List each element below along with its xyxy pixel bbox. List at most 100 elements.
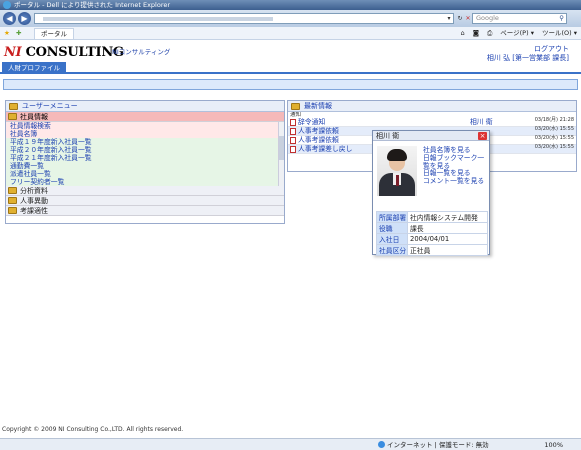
security-zone[interactable]: インターネット | 保護モード: 無効: [378, 439, 489, 450]
info-key: 所属部署: [376, 211, 408, 223]
logo-text: CONSULTING: [21, 45, 124, 60]
folder-icon: [8, 187, 17, 194]
news-row-title[interactable]: 人事考課依頼: [298, 136, 339, 145]
news-title: 最新情報: [304, 102, 332, 110]
photo-tie: [395, 175, 399, 186]
news-row-date: 03/20(水) 15:55: [534, 144, 574, 150]
employee-popup: 相川 衛 × 社員名簿を見る 日報ブックマーク一 覧を見る 日報一覧を見る コメ…: [372, 130, 490, 256]
user-menu-panel: ユーザーメニュー 社員情報 社員情報検索 社員名簿 平成１９年度新入社員一覧 平…: [5, 100, 285, 224]
table-row: 役職 課長: [376, 222, 488, 234]
info-value: 正社員: [407, 244, 488, 256]
tab-profile[interactable]: 人財プロファイル: [2, 62, 66, 74]
notice-icon: [290, 119, 296, 126]
submenu-item[interactable]: 平成２０年度新入社員一覧: [6, 146, 284, 154]
command-bar: ⌂ ◙ ⎙ ページ(P) ▾ ツール(O) ▾: [461, 27, 577, 40]
blurred-url: [43, 17, 273, 21]
web-page: NI CONSULTING NIコンサルティング ログアウト 相川 弘 [第一営…: [0, 40, 581, 438]
window-title-bar: ポータル - Dell により提供された Internet Explorer: [0, 0, 581, 10]
back-arrow-icon[interactable]: ◀: [3, 12, 16, 25]
info-value: 課長: [407, 222, 488, 234]
table-row: 社員区分 正社員: [376, 244, 488, 256]
submenu-item[interactable]: フリー契約者一覧: [6, 178, 284, 186]
popup-employee-name: 相川 衛: [376, 132, 400, 140]
news-row-date: 03/18(月) 21:28: [534, 117, 574, 123]
zoom-level[interactable]: 100%: [544, 439, 563, 450]
globe-icon: [378, 441, 385, 448]
company-logo: NI CONSULTING: [4, 45, 124, 60]
browser-tab[interactable]: ポータル: [34, 28, 74, 39]
print-icon[interactable]: ⎙: [487, 27, 492, 40]
address-bar-area: ◀ ▶ ▾ ↻ ✕ Google ⚲: [0, 10, 581, 27]
category-label: 人事異動: [20, 197, 48, 205]
popup-header: 相川 衛 ×: [373, 131, 489, 141]
info-key: 社員区分: [376, 244, 408, 256]
nav-tabs: 人財プロファイル: [0, 62, 581, 74]
folder-icon: [291, 103, 300, 110]
logo-ni: NI: [4, 45, 22, 60]
page-menu[interactable]: ページ(P) ▾: [500, 27, 534, 40]
logo-subtitle: NIコンサルティング: [112, 48, 171, 56]
scroll-thumb[interactable]: [279, 136, 284, 160]
user-menu-header: ユーザーメニュー: [6, 101, 284, 112]
dropdown-icon[interactable]: ▾: [444, 13, 454, 24]
employee-info-table: 所属部署 社内情報システム開発 役職 課長 入社日 2004/04/01 社員区…: [376, 211, 488, 256]
copyright: Copyright © 2009 NI Consulting Co.,LTD. …: [2, 426, 184, 433]
search-icon[interactable]: ⚲: [559, 14, 564, 23]
close-icon[interactable]: ×: [478, 132, 487, 140]
news-header: 最新情報: [288, 101, 576, 112]
info-value: 2004/04/01: [407, 233, 488, 245]
news-row-title[interactable]: 人事考課依頼: [298, 127, 339, 136]
info-key: 入社日: [376, 233, 408, 245]
popup-links: 社員名簿を見る 日報ブックマーク一 覧を見る 日報一覧を見る コメント一覧を見る: [423, 146, 484, 186]
tools-menu[interactable]: ツール(O) ▾: [542, 27, 577, 40]
feeds-icon[interactable]: ◙: [473, 27, 479, 40]
ie-logo-icon: [3, 1, 11, 9]
menu-category-employee-info[interactable]: 社員情報: [6, 112, 284, 122]
add-favorites-icon[interactable]: ✚: [16, 27, 21, 40]
submenu-item[interactable]: 社員名簿: [6, 130, 284, 138]
search-input[interactable]: Google ⚲: [472, 13, 567, 24]
category-label: 考課適性: [20, 207, 48, 215]
info-bar: [3, 79, 578, 90]
folder-icon: [8, 207, 17, 214]
menu-category-transfer[interactable]: 人事異動: [6, 196, 284, 206]
window-title: ポータル - Dell により提供された Internet Explorer: [14, 1, 171, 9]
submenu-scrollbar[interactable]: [278, 122, 284, 186]
folder-icon: [8, 197, 17, 204]
folder-icon: [9, 103, 18, 110]
status-bar: インターネット | 保護モード: 無効 100%: [0, 438, 581, 450]
link-comments[interactable]: コメント一覧を見る: [423, 177, 484, 186]
menu-category-analysis[interactable]: 分析資料: [6, 186, 284, 196]
forward-arrow-icon[interactable]: ▶: [18, 12, 31, 25]
folder-open-icon: [8, 113, 17, 120]
news-row-title[interactable]: 人事考課差し戻し: [298, 145, 352, 154]
favorites-star-icon[interactable]: ★: [4, 27, 10, 40]
notice-icon: [290, 128, 296, 135]
submenu-item[interactable]: 派遣社員一覧: [6, 170, 284, 178]
favorites-bar: ★ ✚ ポータル ⌂ ◙ ⎙ ページ(P) ▾ ツール(O) ▾: [0, 27, 581, 40]
news-row[interactable]: 辞令通知 相川 衛 03/18(月) 21:28: [288, 118, 576, 127]
notice-icon: [290, 146, 296, 153]
submenu-item[interactable]: 社員情報検索: [6, 122, 284, 130]
employee-photo: [377, 146, 417, 196]
news-row-date: 03/20(水) 15:55: [534, 126, 574, 132]
submenu-item[interactable]: 平成１９年度新入社員一覧: [6, 138, 284, 146]
table-row: 入社日 2004/04/01: [376, 233, 488, 245]
address-input[interactable]: [34, 13, 454, 24]
search-placeholder: Google: [476, 14, 499, 22]
photo-hair: [387, 149, 407, 161]
zone-label: インターネット | 保護モード: 無効: [387, 441, 489, 449]
category-label: 分析資料: [20, 187, 48, 195]
info-value: 社内情報システム開発: [407, 211, 488, 223]
submenu-item[interactable]: 通勤費一覧: [6, 162, 284, 170]
news-row-title[interactable]: 辞令通知: [298, 118, 325, 127]
submenu-item[interactable]: 平成２１年度新入社員一覧: [6, 154, 284, 162]
home-icon[interactable]: ⌂: [461, 27, 465, 40]
news-row-person[interactable]: 相川 衛: [470, 118, 493, 127]
submenu-list: 社員情報検索 社員名簿 平成１９年度新入社員一覧 平成２０年度新入社員一覧 平成…: [6, 122, 284, 186]
menu-category-evaluation[interactable]: 考課適性: [6, 206, 284, 216]
user-menu-title: ユーザーメニュー: [22, 102, 78, 110]
news-row-date: 03/20(水) 15:55: [534, 135, 574, 141]
info-key: 役職: [376, 222, 408, 234]
table-row: 所属部署 社内情報システム開発: [376, 211, 488, 223]
